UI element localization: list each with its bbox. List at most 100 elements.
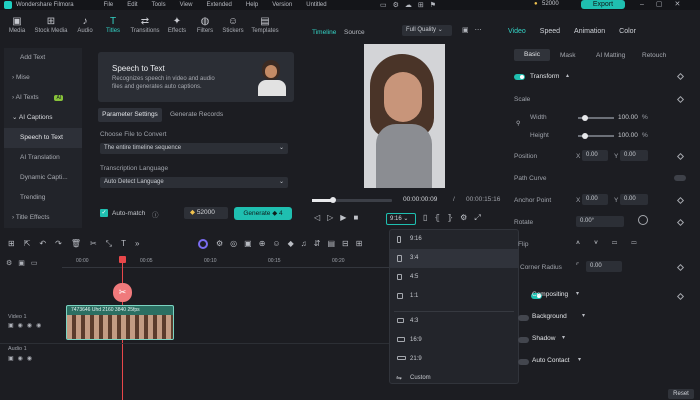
aspect-option-9-16[interactable]: 9:16 bbox=[390, 230, 518, 249]
menu-extended[interactable]: Extended bbox=[207, 2, 232, 8]
subtab-basic[interactable]: Basic bbox=[514, 49, 550, 61]
tab-media[interactable]: ▣ Media bbox=[4, 16, 30, 34]
width-value[interactable]: 100.00 bbox=[618, 114, 638, 121]
position-x-input[interactable]: 0.00 bbox=[582, 150, 608, 161]
aspect-ratio-select[interactable]: 9:16 ⌄ bbox=[386, 213, 416, 225]
tab-parameter-settings[interactable]: Parameter Settings bbox=[98, 108, 162, 122]
timeline-ruler[interactable]: 00:00 00:05 00:10 00:15 00:20 bbox=[62, 256, 389, 268]
menu-view[interactable]: View bbox=[180, 2, 193, 8]
menu-tools[interactable]: Tools bbox=[152, 2, 166, 8]
subtab-retouch[interactable]: Retouch bbox=[642, 52, 666, 59]
tab-transitions[interactable]: ⇄ Transitions bbox=[128, 16, 162, 34]
position-y-input[interactable]: 0.00 bbox=[620, 150, 648, 161]
caret-down-icon[interactable]: ▾ bbox=[576, 290, 579, 297]
tab-stock-media[interactable]: ⊞ Stock Media bbox=[32, 16, 70, 34]
menu-help[interactable]: Help bbox=[246, 2, 258, 8]
keyframe-icon[interactable] bbox=[676, 72, 685, 81]
keyframe-icon[interactable] bbox=[676, 95, 685, 104]
sidebar-item-title-effects[interactable]: › Title Effects bbox=[4, 208, 82, 228]
tab-effects[interactable]: ✦ Effects bbox=[164, 16, 190, 34]
aspect-option-4-3[interactable]: 4:3 bbox=[390, 312, 518, 331]
keyframe-icon[interactable] bbox=[676, 263, 685, 272]
height-slider[interactable] bbox=[578, 133, 614, 139]
aspect-option-1-1[interactable]: 1:1 bbox=[390, 287, 518, 306]
sidebar-item-add-text[interactable]: Add Text bbox=[4, 48, 82, 68]
sidebar-item-ai-captions[interactable]: ⌄ AI Captions bbox=[4, 108, 82, 128]
tab-generate-records[interactable]: Generate Records bbox=[170, 108, 223, 122]
choose-file-select[interactable]: The entire timeline sequence ⌄ bbox=[100, 143, 288, 154]
caret-down-icon[interactable]: ▾ bbox=[562, 334, 565, 341]
tab-stickers[interactable]: ☺ Stickers bbox=[220, 16, 246, 34]
auto-contact-toggle[interactable] bbox=[518, 359, 529, 365]
playhead-handle[interactable] bbox=[119, 256, 126, 263]
rotate-input[interactable]: 0.00° bbox=[576, 216, 624, 227]
path-curve-toggle[interactable] bbox=[674, 175, 686, 181]
caret-up-icon[interactable]: ▴ bbox=[566, 72, 569, 79]
generate-button[interactable]: Generate ◆ 4 bbox=[234, 207, 292, 220]
shadow-toggle[interactable] bbox=[518, 337, 529, 343]
aspect-option-16-9[interactable]: 16:9 bbox=[390, 331, 518, 350]
tab-animation[interactable]: Animation bbox=[574, 28, 605, 35]
player-tab-source[interactable]: Source bbox=[344, 29, 365, 36]
transform-toggle[interactable] bbox=[514, 74, 525, 80]
player-extra-controls[interactable]: ▯⦃⦄⚙⤢ bbox=[423, 213, 488, 223]
sidebar-item-speech-to-text[interactable]: Speech to Text bbox=[4, 128, 82, 148]
aspect-option-4-5[interactable]: 4:5 bbox=[390, 268, 518, 287]
split-marker-icon[interactable]: ✂ bbox=[113, 283, 132, 302]
playback-controls[interactable]: ◁▷▶■ bbox=[314, 213, 365, 222]
caret-down-icon[interactable]: ▾ bbox=[578, 356, 581, 363]
menu-file[interactable]: File bbox=[104, 2, 114, 8]
keyframe-icon[interactable] bbox=[676, 292, 685, 301]
language-select[interactable]: Auto Detect Language ⌄ bbox=[100, 177, 288, 188]
sidebar-item-dynamic-captions[interactable]: Dynamic Capti... bbox=[4, 168, 82, 188]
tab-templates[interactable]: ▤ Templates bbox=[248, 16, 282, 34]
ai-badge: AI bbox=[54, 95, 64, 101]
automatch-checkbox[interactable]: ✓ bbox=[100, 209, 108, 217]
sidebar-item-trending[interactable]: Trending bbox=[4, 188, 82, 208]
window-controls[interactable]: –▢✕ bbox=[640, 0, 692, 8]
subtab-mask[interactable]: Mask bbox=[560, 52, 576, 59]
timeline-tools[interactable]: ⚙◎▣⊕☺◆♫⇵▤⊟⊞ bbox=[216, 239, 369, 248]
aspect-option-custom[interactable]: ⇋ Custom bbox=[390, 369, 518, 388]
keyframe-icon[interactable] bbox=[676, 218, 685, 227]
keyframe-icon[interactable] bbox=[676, 152, 685, 161]
aspect-option-3-4[interactable]: 3:4 bbox=[390, 249, 518, 268]
player-tab-timeline[interactable]: Timeline bbox=[312, 29, 336, 36]
edit-tools[interactable]: ⊞⇱↶↷🗑✂⤡T» bbox=[8, 239, 148, 249]
keyframe-icon[interactable] bbox=[676, 196, 685, 205]
anchor-x-input[interactable]: 0.00 bbox=[582, 194, 608, 205]
background-toggle[interactable] bbox=[518, 315, 529, 321]
reset-button[interactable]: Reset bbox=[668, 389, 694, 399]
export-button[interactable]: Export bbox=[581, 0, 625, 9]
track-tools[interactable]: ⚙▣▭ bbox=[6, 259, 44, 267]
tab-audio[interactable]: ♪ Audio bbox=[72, 16, 98, 34]
height-value[interactable]: 100.00 bbox=[618, 132, 638, 139]
aspect-option-21-9[interactable]: 21:9 bbox=[390, 350, 518, 369]
menu-edit[interactable]: Edit bbox=[127, 2, 137, 8]
snapshot-icon[interactable]: ▣⋯ bbox=[462, 26, 488, 34]
playback-progress[interactable] bbox=[312, 197, 392, 203]
video-track-controls[interactable]: ▣◉◉◉ bbox=[8, 322, 45, 329]
corner-radius-input[interactable]: 0.00 bbox=[586, 261, 622, 272]
subtab-ai-matting[interactable]: AI Matting bbox=[596, 52, 625, 59]
tab-speed[interactable]: Speed bbox=[540, 28, 560, 35]
sidebar-item-ai-texts[interactable]: › AI Texts AI bbox=[4, 88, 82, 108]
audio-track-controls[interactable]: ▣◉◉ bbox=[8, 355, 36, 362]
quality-select[interactable]: Full Quality ⌄ bbox=[402, 25, 452, 36]
titlebar-icons[interactable]: ▭⚙☁⊞⚑ bbox=[380, 1, 442, 9]
tab-filters[interactable]: ◍ Filters bbox=[192, 16, 218, 34]
tab-video[interactable]: Video bbox=[508, 28, 526, 35]
menu-version[interactable]: Version bbox=[272, 2, 292, 8]
ai-tool-icon[interactable] bbox=[198, 239, 208, 249]
anchor-y-input[interactable]: 0.00 bbox=[620, 194, 648, 205]
width-slider[interactable] bbox=[578, 115, 614, 121]
rotate-dial-icon[interactable] bbox=[638, 215, 648, 225]
video-clip[interactable]: 7473646 Uhd 2160 3840 25fps bbox=[66, 305, 174, 340]
link-icon[interactable]: ⚲ bbox=[516, 120, 520, 127]
sidebar-item-ai-translation[interactable]: AI Translation bbox=[4, 148, 82, 168]
flip-buttons[interactable]: ⩚⩛▭▭ bbox=[576, 239, 651, 247]
tab-titles[interactable]: T Titles bbox=[100, 16, 126, 34]
sidebar-item-mise[interactable]: › Mise bbox=[4, 68, 82, 88]
tab-color[interactable]: Color bbox=[619, 28, 636, 35]
caret-down-icon[interactable]: ▾ bbox=[582, 312, 585, 319]
